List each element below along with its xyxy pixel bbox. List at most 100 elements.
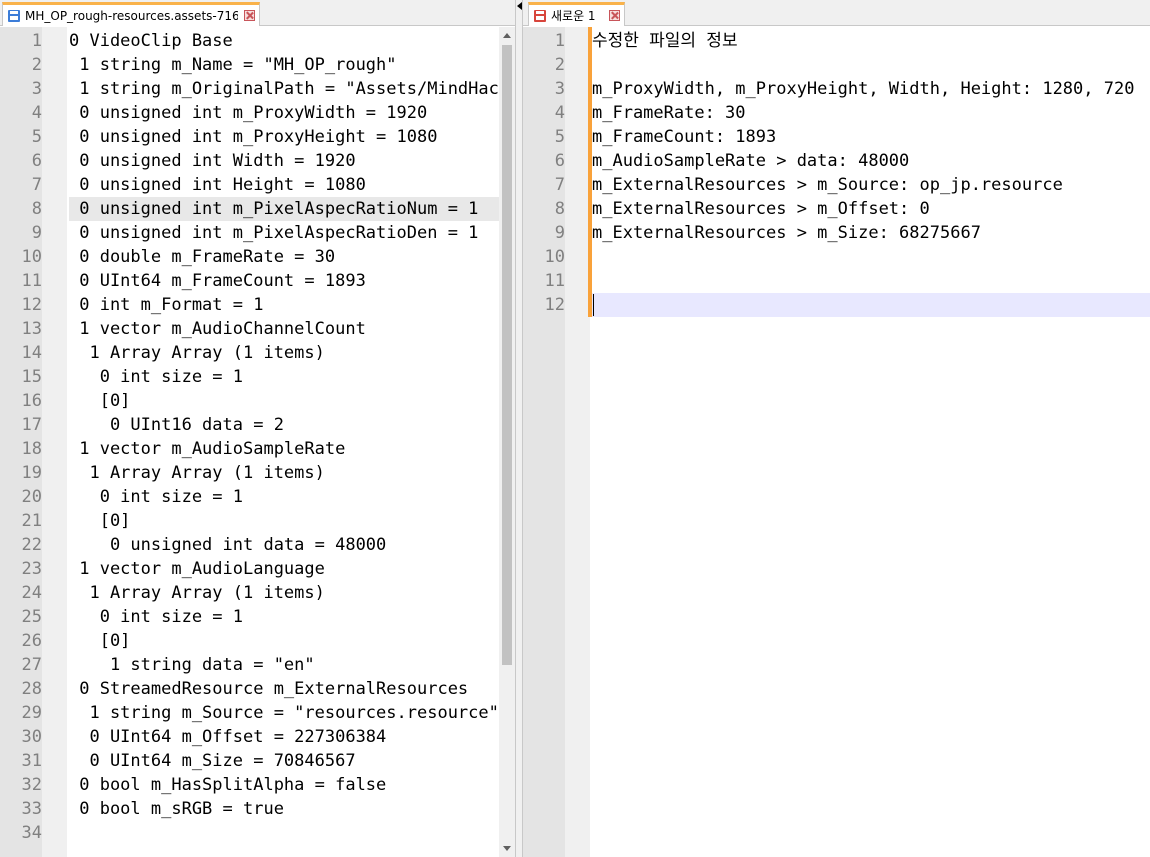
- line-number: 23: [21, 559, 42, 579]
- code-line[interactable]: 0 VideoClip Base: [69, 29, 515, 53]
- code-area[interactable]: 수정한 파일의 정보 m_ProxyWidth, m_ProxyHeight, W…: [592, 29, 1150, 317]
- line-number: 13: [21, 319, 42, 339]
- code-line[interactable]: 0 int size = 1: [69, 365, 515, 389]
- code-line[interactable]: 0 int m_Format = 1: [69, 293, 515, 317]
- line-number: 9: [554, 223, 565, 243]
- code-line[interactable]: 수정한 파일의 정보: [592, 29, 1150, 53]
- code-line[interactable]: m_ExternalResources > m_Source: op_jp.re…: [592, 173, 1150, 197]
- line-number: 34: [21, 823, 42, 843]
- code-line[interactable]: [592, 293, 1150, 317]
- left-text-editor[interactable]: 1 2 3 4 5 6 7 8 9 10 11 12 13 14 15 16 17 18 19 20 21 22 23 24 2…: [0, 27, 515, 857]
- scrollbar-thumb[interactable]: [502, 45, 512, 665]
- code-line[interactable]: 0 bool m_sRGB = true: [69, 797, 515, 821]
- code-line[interactable]: 1 string data = "en": [69, 653, 515, 677]
- vertical-scrollbar[interactable]: [499, 27, 515, 857]
- scroll-down-icon[interactable]: [503, 846, 511, 851]
- code-line[interactable]: 0 double m_FrameRate = 30: [69, 245, 515, 269]
- text-caret: [593, 294, 594, 316]
- code-area[interactable]: 0 VideoClip Base 1 string m_Name = "MH_O…: [69, 29, 515, 845]
- line-number: 20: [21, 487, 42, 507]
- code-line[interactable]: [592, 269, 1150, 293]
- tab-label: 새로운 1: [551, 9, 596, 23]
- right-editor-pane: 새로운 1 1 2 3 4 5 6 7 8 9 10 11 12 수정한 파일의 정보 m_ProxyW…: [523, 0, 1150, 857]
- line-number: 15: [21, 367, 42, 387]
- line-number: 5: [554, 127, 565, 147]
- code-line[interactable]: m_AudioSampleRate > data: 48000: [592, 149, 1150, 173]
- code-line[interactable]: 0 int size = 1: [69, 605, 515, 629]
- close-icon[interactable]: [244, 10, 255, 21]
- line-number: 14: [21, 343, 42, 363]
- line-number: 10: [544, 247, 565, 267]
- line-number: 17: [21, 415, 42, 435]
- code-line[interactable]: m_FrameRate: 30: [592, 101, 1150, 125]
- code-line[interactable]: [592, 53, 1150, 77]
- code-line[interactable]: 1 vector m_AudioSampleRate: [69, 437, 515, 461]
- line-number: 16: [21, 391, 42, 411]
- code-line[interactable]: [0]: [69, 389, 515, 413]
- line-number: 2: [31, 55, 42, 75]
- line-number: 4: [31, 103, 42, 123]
- close-icon[interactable]: [609, 10, 620, 21]
- line-number: 28: [21, 679, 42, 699]
- line-number: 3: [554, 79, 565, 99]
- code-line[interactable]: m_ExternalResources > m_Offset: 0: [592, 197, 1150, 221]
- scroll-up-icon[interactable]: [503, 33, 511, 38]
- code-line[interactable]: 0 unsigned int m_PixelAspecRatioDen = 1: [69, 221, 515, 245]
- line-number: 1: [31, 31, 42, 51]
- code-line[interactable]: m_FrameCount: 1893: [592, 125, 1150, 149]
- code-line[interactable]: 1 vector m_AudioChannelCount: [69, 317, 515, 341]
- code-line[interactable]: 0 UInt16 data = 2: [69, 413, 515, 437]
- code-line[interactable]: 0 unsigned int m_PixelAspecRatioNum = 1: [69, 197, 515, 221]
- left-tab-bar: MH_OP_rough-resources.assets-716.txt: [0, 0, 515, 26]
- line-number: 32: [21, 775, 42, 795]
- code-line[interactable]: 1 Array Array (1 items): [69, 341, 515, 365]
- line-number: 29: [21, 703, 42, 723]
- code-line[interactable]: 0 StreamedResource m_ExternalResources: [69, 677, 515, 701]
- line-number: 4: [554, 103, 565, 123]
- code-line[interactable]: 0 unsigned int Height = 1080: [69, 173, 515, 197]
- code-line[interactable]: 1 string m_Source = "resources.resource": [69, 701, 515, 725]
- pane-splitter[interactable]: [515, 0, 523, 857]
- code-line[interactable]: 0 unsigned int data = 48000: [69, 533, 515, 557]
- line-number: 18: [21, 439, 42, 459]
- code-line[interactable]: 0 unsigned int m_ProxyWidth = 1920: [69, 101, 515, 125]
- code-line[interactable]: m_ProxyWidth, m_ProxyHeight, Width, Heig…: [592, 77, 1150, 101]
- tab-left-file[interactable]: MH_OP_rough-resources.assets-716.txt: [2, 2, 260, 26]
- line-numbers: 1 2 3 4 5 6 7 8 9 10 11 12: [523, 29, 565, 317]
- code-line[interactable]: 1 string m_OriginalPath = "Assets/MindHa…: [69, 77, 515, 101]
- splitter-arrow-icon[interactable]: [517, 2, 522, 10]
- code-line[interactable]: 1 string m_Name = "MH_OP_rough": [69, 53, 515, 77]
- fold-margin: [42, 27, 67, 857]
- code-line[interactable]: [0]: [69, 509, 515, 533]
- code-line[interactable]: 1 vector m_AudioLanguage: [69, 557, 515, 581]
- line-number: 12: [21, 295, 42, 315]
- code-line[interactable]: [592, 245, 1150, 269]
- code-line[interactable]: 0 UInt64 m_FrameCount = 1893: [69, 269, 515, 293]
- right-text-editor[interactable]: 1 2 3 4 5 6 7 8 9 10 11 12 수정한 파일의 정보 m_ProxyWidth, …: [523, 27, 1150, 857]
- line-number: 26: [21, 631, 42, 651]
- line-number: 21: [21, 511, 42, 531]
- code-line[interactable]: 0 int size = 1: [69, 485, 515, 509]
- line-number: 27: [21, 655, 42, 675]
- code-line[interactable]: 0 UInt64 m_Size = 70846567: [69, 749, 515, 773]
- line-number: 3: [31, 79, 42, 99]
- code-line[interactable]: 0 bool m_HasSplitAlpha = false: [69, 773, 515, 797]
- line-number: 24: [21, 583, 42, 603]
- line-number: 11: [544, 271, 565, 291]
- code-line[interactable]: 0 UInt64 m_Offset = 227306384: [69, 725, 515, 749]
- code-line[interactable]: 1 Array Array (1 items): [69, 461, 515, 485]
- code-line[interactable]: [0]: [69, 629, 515, 653]
- code-line[interactable]: 0 unsigned int Width = 1920: [69, 149, 515, 173]
- save-icon: [533, 9, 547, 23]
- left-gutter: 1 2 3 4 5 6 7 8 9 10 11 12 13 14 15 16 17 18 19 20 21 22 23 24 2…: [0, 27, 67, 857]
- code-line[interactable]: m_ExternalResources > m_Size: 68275667: [592, 221, 1150, 245]
- line-number: 31: [21, 751, 42, 771]
- line-number: 5: [31, 127, 42, 147]
- line-numbers: 1 2 3 4 5 6 7 8 9 10 11 12 13 14 15 16 17 18 19 20 21 22 23 24 2…: [0, 29, 42, 845]
- line-number: 33: [21, 799, 42, 819]
- tab-new-1[interactable]: 새로운 1: [528, 2, 625, 26]
- code-line[interactable]: 1 Array Array (1 items): [69, 581, 515, 605]
- fold-margin: [565, 27, 590, 857]
- code-line[interactable]: [69, 821, 515, 845]
- code-line[interactable]: 0 unsigned int m_ProxyHeight = 1080: [69, 125, 515, 149]
